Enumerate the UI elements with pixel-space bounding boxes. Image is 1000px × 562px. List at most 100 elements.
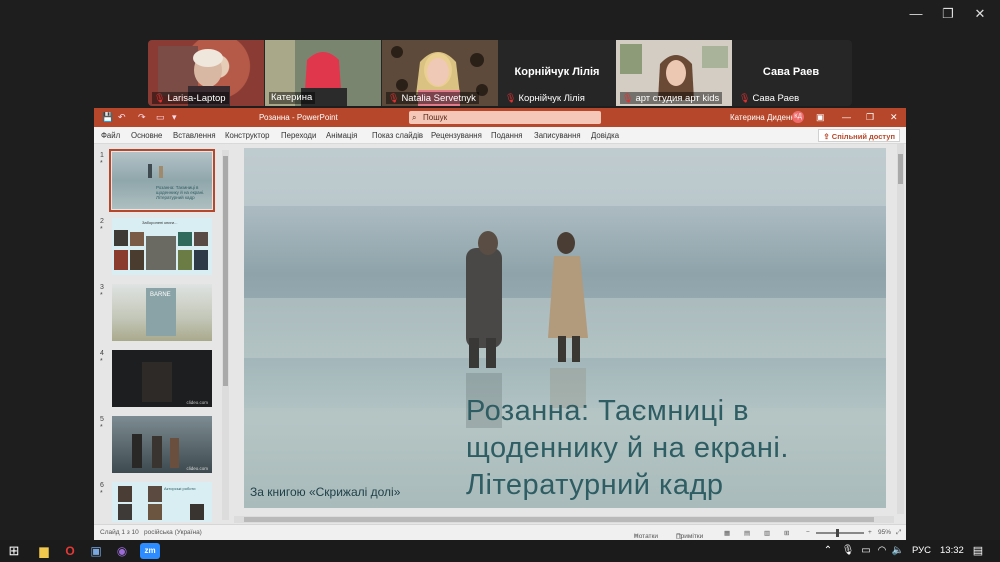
app-icon[interactable]: ▣ [88,543,104,559]
slide-title[interactable]: Розанна: Таємниці в щоденнику й на екран… [466,393,876,504]
zoom-slider-thumb[interactable] [836,529,839,537]
participant-tile[interactable]: Корнійчук Лілія 🎙 Корнійчук Лілія [499,40,615,106]
battery-icon[interactable]: ▭ [858,543,874,559]
animation-star: * [100,424,103,431]
restore-icon[interactable]: ❐ [866,112,874,123]
minimize-icon[interactable]: — [842,112,851,122]
volume-icon[interactable]: 🔈 [890,543,906,559]
animation-star: * [100,358,103,365]
chevron-up-icon[interactable]: ⌃ [820,543,836,559]
slide-subtitle[interactable]: За книгою «Скрижалі долі» [250,485,400,499]
tab-animations[interactable]: Анімація [326,131,357,140]
search-icon: ⌕ [412,113,417,122]
figure [152,436,162,468]
thumbnail-caption: Акторські роботи [164,486,196,491]
avatar[interactable]: КД [792,111,804,123]
title-line: Літературний кадр [466,469,724,501]
slide-sorter-icon[interactable]: ▤ [744,529,750,537]
participant-tile[interactable]: Сава Раев 🎙 Сава Раев [733,40,849,106]
participant-tile[interactable]: 🎙 арт студия арт kids [616,40,732,106]
normal-view-icon[interactable]: ▦ [724,529,730,537]
tab-view[interactable]: Подання [491,131,523,140]
zoom-in-icon[interactable]: + [868,529,872,536]
user-name[interactable]: Катерина Диденко [730,113,798,122]
tab-slideshow[interactable]: Показ слайдів [372,131,423,140]
zoom-app-label: zm [144,546,156,555]
participant-display-name: Сава Раев [762,66,820,78]
ribbon-tabs: Файл Основне Вставлення Конструктор Пере… [94,127,906,144]
ribbon-display-icon[interactable]: ▣ [816,112,825,123]
thumbnail-figures [148,164,163,178]
slide-thumbnail[interactable]: Заборонені книги... [112,218,212,275]
undo-icon[interactable]: ↶ [118,112,126,123]
muted-mic-icon: 🎙 [622,93,634,103]
close-icon[interactable]: ✕ [890,112,898,123]
zoom-out-icon[interactable]: − [806,529,810,536]
network-icon[interactable]: ◠ [874,543,890,559]
tab-help[interactable]: Довідка [591,131,619,140]
thumbnail-caption: BARNE [150,292,171,298]
customize-icon[interactable]: ▾ [172,112,177,123]
slide-number: 5 [100,416,104,423]
animation-star: * [100,292,103,299]
slide-thumbnail[interactable]: clideo.com [112,350,212,407]
tab-file[interactable]: Файл [101,131,120,140]
tab-home[interactable]: Основне [131,131,162,140]
slide-horizontal-scrollbar[interactable] [234,516,894,523]
slide-thumbnail[interactable]: Розанна: Таємниці в щоденнику й на екран… [109,149,215,212]
save-icon[interactable]: 💾 [102,112,113,123]
share-icon: ⇪ [823,132,832,141]
notes-label: Нотатки [634,533,658,540]
zoom-slider[interactable] [816,529,864,537]
close-icon[interactable]: ✕ [970,6,990,22]
slideshow-icon[interactable]: ▭ [156,112,165,123]
viber-icon[interactable]: ◉ [114,543,130,559]
video-frame [142,362,172,402]
restore-icon[interactable]: ❐ [938,6,958,22]
figure [132,434,142,468]
fit-slide-icon[interactable]: ⤢ [896,529,901,537]
notifications-icon[interactable]: ▤ [970,543,986,559]
clock[interactable]: 13:32 [940,545,964,556]
language[interactable]: російська (Україна) [144,529,202,536]
slide-thumbnail[interactable]: Акторські роботи [112,482,212,522]
slide-thumbnail[interactable]: BARNE [112,284,212,341]
participant-tile-active[interactable]: Катерина [265,40,381,106]
search-box[interactable]: ⌕ Пошук [409,111,601,124]
participant-tile[interactable]: 🎙 Larisa-Laptop [148,40,264,106]
share-button[interactable]: ⇪ Спільний доступ [818,129,900,142]
minimize-icon[interactable]: — [906,6,926,21]
opera-icon[interactable]: O [62,543,78,559]
share-label: Спільний доступ [831,132,895,141]
slide-number: 6 [100,482,104,489]
tab-design[interactable]: Конструктор [225,131,269,140]
file-explorer-icon[interactable]: ▆ [36,543,52,559]
thumbnail-caption: Заборонені книги... [142,220,178,225]
participant-tile[interactable]: 🎙 Natalia Servetnyk [382,40,498,106]
tab-insert[interactable]: Вставлення [173,131,216,140]
input-language[interactable]: РУС [912,545,931,556]
thumbnails-scrollbar[interactable] [222,150,229,520]
scrollbar-thumb[interactable] [244,517,874,522]
watermark: clideo.com [186,466,208,471]
scrollbar-thumb[interactable] [223,156,228,386]
start-icon[interactable]: ⊞ [6,543,22,559]
watermark: clideo.com [186,400,208,405]
slide-thumbnail[interactable]: clideo.com [112,416,212,473]
microphone-icon[interactable]: 🎙 [840,543,856,559]
redo-icon[interactable]: ↷ [138,112,146,123]
slideshow-view-icon[interactable]: ⊞ [784,529,789,537]
document-title: Розанна - PowerPoint [259,113,338,122]
tab-record[interactable]: Записування [534,131,581,140]
scrollbar-thumb[interactable] [898,154,903,184]
zoom-icon[interactable]: zm [140,543,160,559]
slide-number: 3 [100,284,104,291]
slide-canvas[interactable]: Розанна: Таємниці в щоденнику й на екран… [244,148,886,508]
reading-view-icon[interactable]: ▥ [764,529,770,537]
animation-star: * [100,226,103,233]
participant-name: Корнійчук Лілія [518,93,585,104]
tab-transitions[interactable]: Переходи [281,131,316,140]
slide-vertical-scrollbar[interactable] [897,144,904,514]
tab-review[interactable]: Рецензування [431,131,482,140]
zoom-level[interactable]: 95% [878,529,891,536]
